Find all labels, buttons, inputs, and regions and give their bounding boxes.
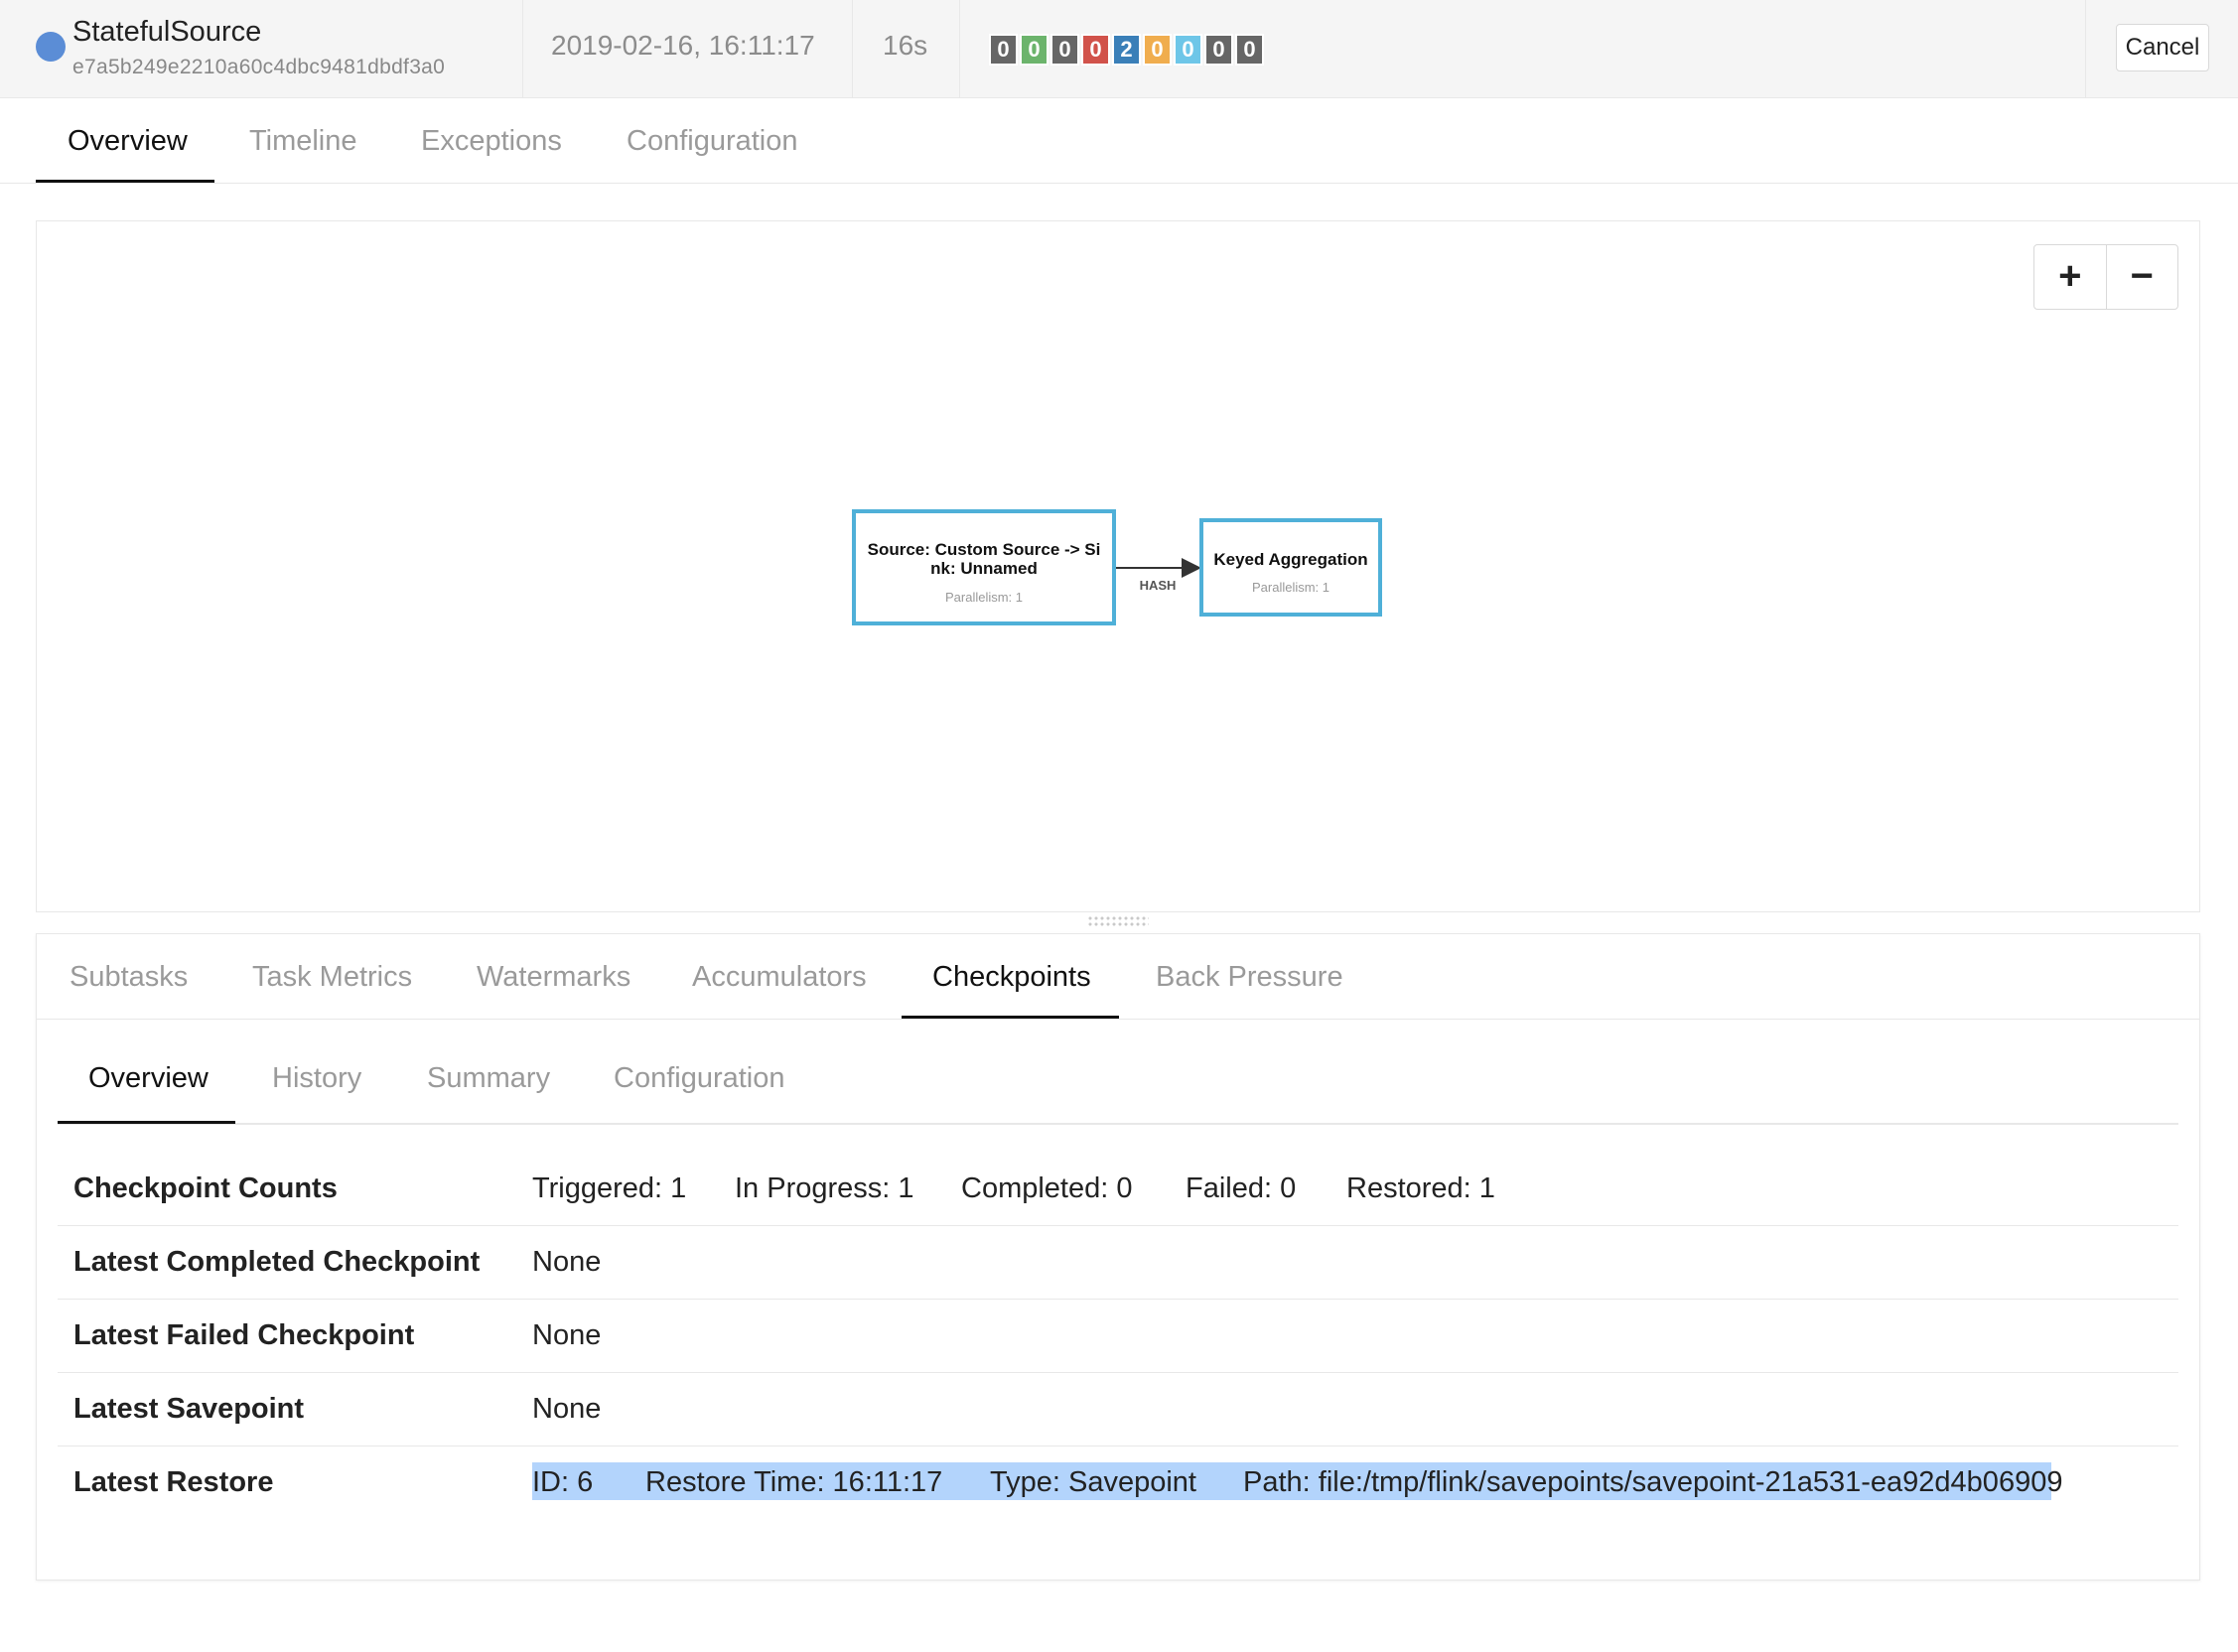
restore-type: Type: Savepoint [990, 1466, 1196, 1498]
graph-edge: HASH [1116, 558, 1201, 593]
job-id: e7a5b249e2210a60c4dbc9481dbdf3a0 [72, 56, 446, 78]
graph-node-title: nk: Unnamed [930, 559, 1038, 578]
graph-node-keyed-aggregation[interactable]: Keyed Aggregation Parallelism: 1 [1199, 518, 1382, 617]
task-count-badge: 0 [1235, 34, 1264, 66]
job-duration: 16s [883, 30, 928, 61]
active-tab-indicator [902, 1016, 1119, 1019]
restore-path: Path: file:/tmp/flink/savepoints/savepoi… [1243, 1466, 2063, 1498]
job-duration-cell: 16s [853, 0, 960, 98]
tab-exceptions[interactable]: Exceptions [421, 125, 562, 158]
task-count-badge: 0 [989, 34, 1018, 66]
tab-accumulators[interactable]: Accumulators [692, 961, 867, 994]
zoom-out-button[interactable]: − [2107, 245, 2178, 309]
latest-completed-value: None [532, 1246, 602, 1278]
count-in-progress: In Progress: 1 [735, 1172, 914, 1204]
job-name: StatefulSource [72, 16, 262, 48]
tab-timeline[interactable]: Timeline [249, 125, 357, 158]
task-count-badge: 2 [1112, 34, 1141, 66]
tab-subtasks[interactable]: Subtasks [70, 961, 188, 994]
job-start-time: 2019-02-16, 16:11:17 [551, 30, 815, 61]
graph-zoom-controls: + − [2033, 244, 2178, 310]
zoom-in-button[interactable]: + [2034, 245, 2107, 309]
task-count-badge: 0 [1081, 34, 1110, 66]
graph-node-parallelism: Parallelism: 1 [1252, 580, 1329, 595]
latest-savepoint-value: None [532, 1393, 602, 1425]
restore-time: Restore Time: 16:11:17 [645, 1466, 943, 1498]
graph-node-source[interactable]: Source: Custom Source -> Si nk: Unnamed … [852, 509, 1116, 625]
active-tab-indicator [36, 180, 214, 183]
job-title-cell: StatefulSource e7a5b249e2210a60c4dbc9481… [0, 0, 523, 98]
cancel-job-button[interactable]: Cancel [2116, 24, 2209, 71]
task-count-badge: 0 [1174, 34, 1202, 66]
row-divider [58, 1299, 2178, 1300]
task-status-counts: 0 0 0 0 2 0 0 0 0 [989, 34, 1266, 66]
job-graph-canvas[interactable]: Source: Custom Source -> Si nk: Unnamed … [37, 221, 2199, 911]
tab-watermarks[interactable]: Watermarks [477, 961, 630, 994]
graph-edge-label: HASH [1140, 578, 1177, 593]
row-divider [58, 1372, 2178, 1373]
job-status-icon [36, 32, 66, 62]
tab-back-pressure[interactable]: Back Pressure [1156, 961, 1343, 994]
latest-failed-label: Latest Failed Checkpoint [73, 1319, 415, 1351]
tab-task-metrics[interactable]: Task Metrics [252, 961, 412, 994]
job-graph-panel[interactable]: Source: Custom Source -> Si nk: Unnamed … [36, 220, 2200, 912]
job-start-time-cell: 2019-02-16, 16:11:17 [523, 0, 853, 98]
task-count-badge: 0 [1020, 34, 1049, 66]
graph-node-title: Keyed Aggregation [1213, 550, 1367, 569]
restore-id: ID: 6 [532, 1466, 594, 1498]
latest-savepoint-label: Latest Savepoint [73, 1393, 305, 1425]
job-main-tabs: Overview Timeline Exceptions Configurati… [0, 98, 2238, 184]
count-failed: Failed: 0 [1186, 1172, 1297, 1204]
tab-checkpoint-overview[interactable]: Overview [88, 1062, 209, 1095]
checkpoint-counts-label: Checkpoint Counts [73, 1172, 338, 1204]
latest-restore-label: Latest Restore [73, 1466, 274, 1498]
vertex-detail-tabs: Subtasks Task Metrics Watermarks Accumul… [37, 934, 2199, 1020]
tab-overview[interactable]: Overview [68, 125, 188, 158]
task-count-badge: 0 [1204, 34, 1233, 66]
tab-configuration[interactable]: Configuration [627, 125, 798, 158]
latest-completed-label: Latest Completed Checkpoint [73, 1246, 481, 1278]
latest-failed-value: None [532, 1319, 602, 1351]
graph-node-parallelism: Parallelism: 1 [945, 590, 1023, 605]
tab-checkpoints[interactable]: Checkpoints [932, 961, 1091, 994]
count-completed: Completed: 0 [961, 1172, 1133, 1204]
graph-node-title: Source: Custom Source -> Si [868, 540, 1101, 559]
row-divider [58, 1225, 2178, 1226]
tab-checkpoint-summary[interactable]: Summary [427, 1062, 550, 1095]
job-header: StatefulSource e7a5b249e2210a60c4dbc9481… [0, 0, 2238, 98]
tab-checkpoint-configuration[interactable]: Configuration [614, 1062, 785, 1095]
active-tab-indicator [58, 1121, 235, 1124]
checkpoint-sub-tabs: Overview History Summary Configuration [58, 1020, 2178, 1125]
job-actions-cell: Cancel [2085, 0, 2238, 98]
count-triggered: Triggered: 1 [532, 1172, 687, 1204]
task-count-badge: 0 [1050, 34, 1079, 66]
tab-checkpoint-history[interactable]: History [272, 1062, 361, 1095]
count-restored: Restored: 1 [1346, 1172, 1495, 1204]
task-count-badge: 0 [1143, 34, 1172, 66]
panel-resize-handle[interactable] [1087, 915, 1149, 927]
